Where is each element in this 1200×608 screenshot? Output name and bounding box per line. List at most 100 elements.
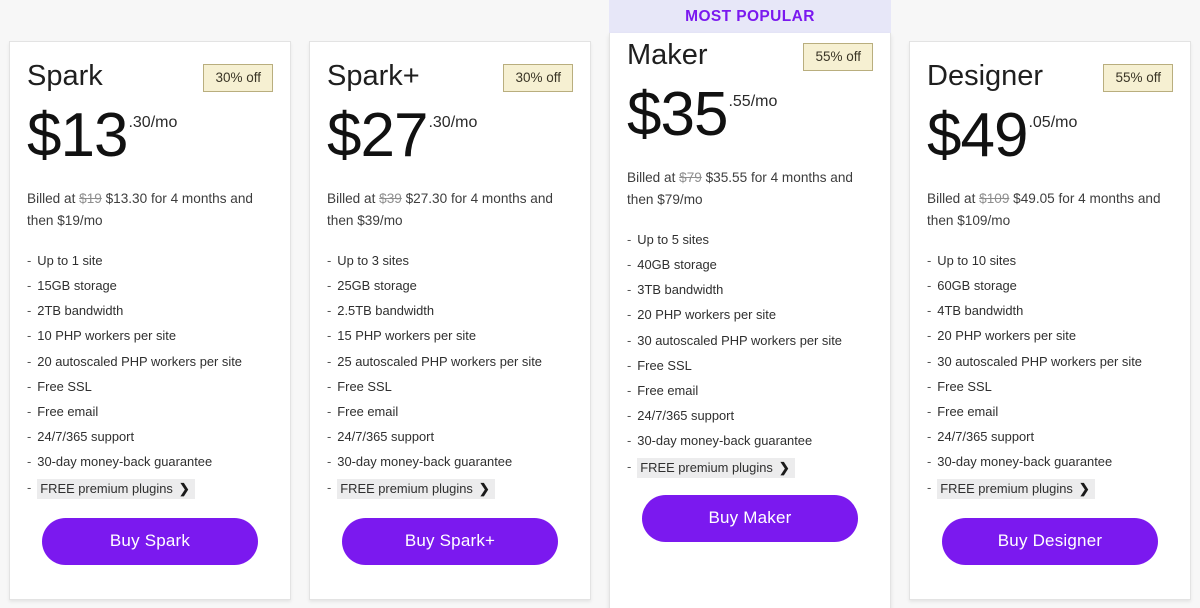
feature-label: 30-day money-back guarantee bbox=[337, 454, 513, 470]
premium-plugins-link[interactable]: FREE premium plugins ❯ bbox=[937, 478, 1095, 499]
most-popular-banner: MOST POPULAR bbox=[609, 0, 891, 33]
feature-label: Up to 5 sites bbox=[637, 231, 709, 247]
discount-badge: 30% off bbox=[203, 64, 273, 92]
feature-item: - Free SSL bbox=[327, 378, 573, 406]
feature-label: Up to 10 sites bbox=[937, 252, 1017, 268]
price-cents-period: .30/mo bbox=[428, 114, 478, 131]
feature-list: - Up to 3 sites -25GB storage -2.5TB bandwi… bbox=[327, 254, 573, 508]
feature-item: -30 autoscaled PHP workers per site bbox=[927, 353, 1173, 381]
feature-item-premium-plugins[interactable]: - FREE premium plugins ❯ bbox=[27, 478, 273, 508]
bullet-dash-icon: - bbox=[927, 328, 932, 344]
bullet-dash-icon: - bbox=[627, 332, 632, 348]
feature-item: -20 PHP workers per site bbox=[627, 309, 873, 334]
bullet-dash-icon: - bbox=[927, 303, 932, 319]
feature-label: 24/7/365 support bbox=[637, 408, 735, 424]
bullet-dash-icon: - bbox=[327, 378, 332, 394]
bullet-dash-icon: - bbox=[27, 328, 32, 344]
billing-original-price: $39 bbox=[379, 191, 402, 206]
feature-label: 30 autoscaled PHP workers per site bbox=[937, 353, 1142, 369]
bullet-dash-icon: - bbox=[627, 282, 632, 298]
buy-button[interactable]: Buy Spark bbox=[42, 517, 258, 565]
plan-name: Maker bbox=[627, 39, 708, 71]
bullet-dash-icon: - bbox=[27, 454, 32, 470]
feature-label: 30 autoscaled PHP workers per site bbox=[637, 332, 842, 348]
bullet-dash-icon: - bbox=[627, 383, 632, 399]
feature-item: -25 autoscaled PHP workers per site bbox=[327, 353, 573, 381]
bullet-dash-icon: - bbox=[27, 303, 32, 319]
bullet-dash-icon: - bbox=[27, 353, 32, 369]
feature-item: - Free SSL bbox=[927, 378, 1173, 406]
feature-label: 3TB bandwidth bbox=[637, 282, 724, 298]
feature-label: 30-day money-back guarantee bbox=[37, 454, 213, 470]
billing-note: Billed at $109 $49.05 for 4 months and t… bbox=[927, 188, 1173, 233]
bullet-dash-icon: - bbox=[927, 480, 932, 496]
premium-plugins-label: FREE premium plugins bbox=[640, 459, 773, 475]
plan-card-body: Spark 30% off $13.30/mo Billed at $19 $13.3… bbox=[9, 41, 291, 600]
plan-header-row: Spark+ 30% off bbox=[327, 62, 573, 104]
billing-prefix: Billed at bbox=[627, 170, 680, 185]
feature-label: 25 autoscaled PHP workers per site bbox=[337, 353, 542, 369]
feature-label: 24/7/365 support bbox=[37, 429, 135, 445]
feature-item-premium-plugins[interactable]: - FREE premium plugins ❯ bbox=[627, 457, 873, 487]
buy-button[interactable]: Buy Designer bbox=[942, 517, 1158, 565]
discount-badge: 30% off bbox=[503, 64, 573, 92]
feature-item: -15 PHP workers per site bbox=[327, 330, 573, 355]
feature-item: - Up to 3 sites bbox=[327, 254, 573, 280]
premium-plugins-link[interactable]: FREE premium plugins ❯ bbox=[37, 478, 195, 499]
feature-item: - Up to 1 site bbox=[27, 254, 273, 280]
feature-item: - Up to 5 sites bbox=[627, 231, 873, 259]
feature-item: -30 autoscaled PHP workers per site bbox=[627, 332, 873, 360]
feature-item: -24/7/365 support bbox=[327, 429, 573, 456]
feature-item: -24/7/365 support bbox=[27, 429, 273, 456]
plan-header-row: Designer 55% off bbox=[927, 62, 1173, 104]
feature-label: 30-day money-back guarantee bbox=[637, 433, 813, 449]
price-cents-period: .30/mo bbox=[128, 114, 178, 131]
buy-button[interactable]: Buy Maker bbox=[642, 494, 858, 542]
bullet-dash-icon: - bbox=[627, 459, 632, 475]
premium-plugins-label: FREE premium plugins bbox=[340, 480, 473, 496]
feature-item: - Free SSL bbox=[627, 359, 873, 385]
feature-label: 20 PHP workers per site bbox=[937, 328, 1077, 344]
feature-label: Free email bbox=[637, 383, 699, 399]
bullet-dash-icon: - bbox=[627, 307, 632, 323]
feature-item: - Free SSL bbox=[27, 378, 273, 406]
feature-label: Free email bbox=[37, 404, 99, 420]
premium-plugins-link[interactable]: FREE premium plugins ❯ bbox=[637, 457, 795, 478]
billing-prefix: Billed at bbox=[927, 191, 980, 206]
bullet-dash-icon: - bbox=[927, 454, 932, 470]
feature-label: Free SSL bbox=[37, 378, 92, 394]
billing-prefix: Billed at bbox=[327, 191, 380, 206]
chevron-right-icon: ❯ bbox=[778, 459, 790, 475]
bullet-dash-icon: - bbox=[627, 257, 632, 273]
price-row: $49.05/mo bbox=[927, 105, 1173, 182]
feature-label: 30-day money-back guarantee bbox=[937, 454, 1113, 470]
feature-item: -3TB bandwidth bbox=[627, 282, 873, 309]
bullet-dash-icon: - bbox=[927, 404, 932, 420]
feature-item-premium-plugins[interactable]: - FREE premium plugins ❯ bbox=[927, 478, 1173, 508]
pricing-card-designer: Designer 55% off $49.05/mo Billed at $109 $… bbox=[900, 0, 1200, 608]
feature-item-premium-plugins[interactable]: - FREE premium plugins ❯ bbox=[327, 478, 573, 508]
feature-item: -2TB bandwidth bbox=[27, 303, 273, 330]
bullet-dash-icon: - bbox=[327, 404, 332, 420]
feature-item: -60GB storage bbox=[927, 278, 1173, 305]
feature-label: Free email bbox=[937, 404, 999, 420]
feature-item: -25GB storage bbox=[327, 279, 573, 305]
premium-plugins-link[interactable]: FREE premium plugins ❯ bbox=[337, 478, 495, 499]
feature-label: Free SSL bbox=[937, 378, 992, 394]
buy-button[interactable]: Buy Spark+ bbox=[342, 517, 558, 565]
bullet-dash-icon: - bbox=[927, 378, 932, 394]
bullet-dash-icon: - bbox=[327, 429, 332, 445]
plan-card-body: Maker 55% off $35.55/mo Billed at $79 $35.5… bbox=[609, 33, 891, 608]
price-amount: $27 bbox=[327, 101, 428, 170]
feature-list: - Up to 10 sites -60GB storage -4TB bandwid… bbox=[927, 252, 1173, 508]
billing-note: Billed at $39 $27.30 for 4 months and th… bbox=[327, 188, 573, 233]
price-row: $13.30/mo bbox=[27, 105, 273, 182]
feature-label: Free SSL bbox=[337, 378, 392, 394]
feature-item: -24/7/365 support bbox=[927, 430, 1173, 456]
feature-label: 60GB storage bbox=[937, 278, 1017, 294]
feature-item: - Up to 10 sites bbox=[927, 252, 1173, 280]
billing-original-price: $109 bbox=[979, 191, 1010, 206]
feature-label: 24/7/365 support bbox=[337, 429, 435, 445]
bullet-dash-icon: - bbox=[27, 278, 32, 294]
feature-label: Free email bbox=[337, 404, 399, 420]
